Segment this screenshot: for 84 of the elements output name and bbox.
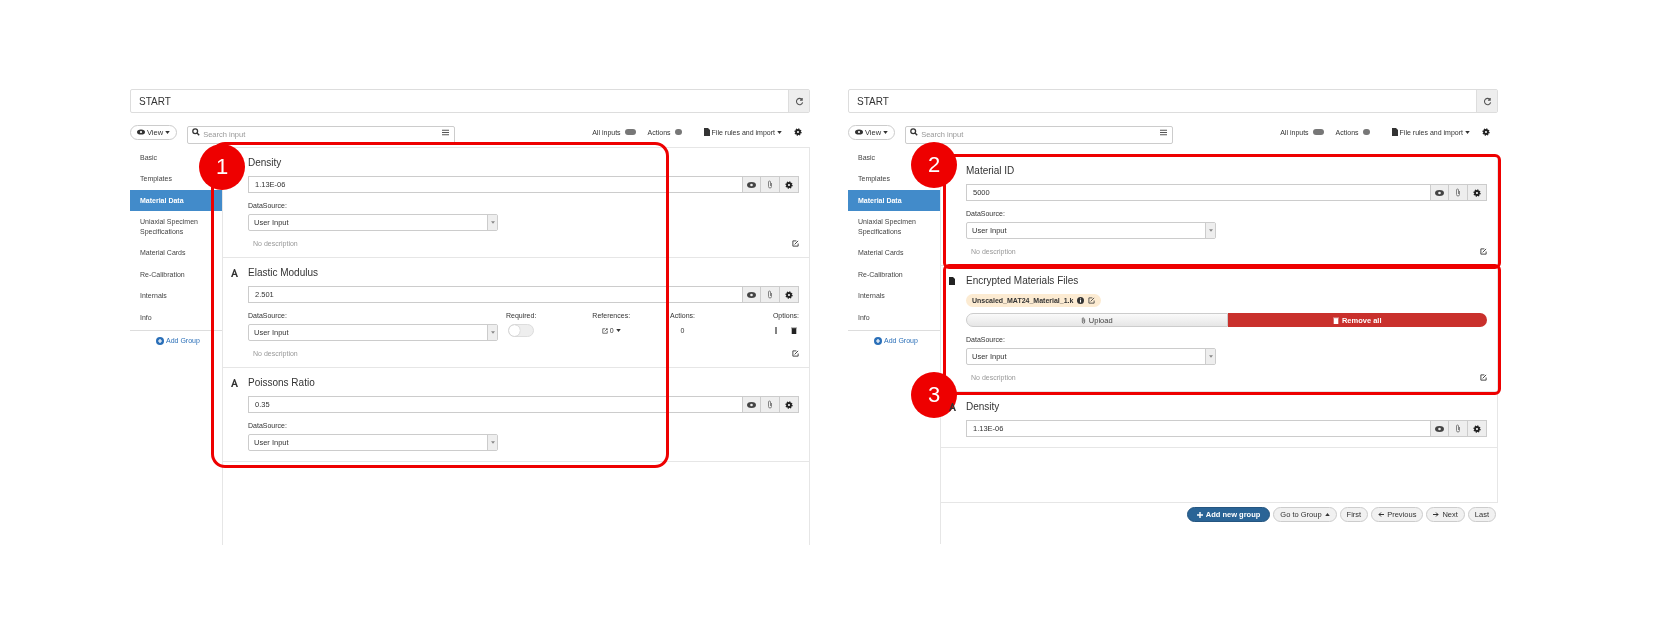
start-field[interactable]: START bbox=[130, 89, 810, 113]
edit-icon[interactable] bbox=[1480, 248, 1487, 255]
paperclip-icon bbox=[1455, 424, 1461, 433]
search-icon bbox=[192, 128, 201, 136]
text-type-icon bbox=[231, 378, 238, 387]
external-link-icon bbox=[601, 327, 608, 334]
caret-icon bbox=[1324, 513, 1330, 516]
settings-icon bbox=[785, 400, 793, 409]
field-title: Encrypted Materials Files bbox=[966, 275, 1079, 286]
plus-icon bbox=[156, 336, 164, 345]
callout-number: 2 bbox=[911, 142, 957, 188]
settings-icon[interactable] bbox=[1482, 128, 1490, 136]
caret-icon bbox=[490, 331, 495, 334]
file-icon bbox=[1391, 128, 1398, 136]
eye-icon bbox=[1435, 189, 1444, 196]
field-title: Material ID bbox=[966, 165, 1015, 176]
caret-icon bbox=[165, 130, 171, 134]
caret-icon bbox=[1208, 229, 1213, 232]
caret-icon bbox=[490, 441, 495, 444]
paperclip-icon bbox=[767, 400, 773, 409]
arrow-right-icon bbox=[1433, 512, 1440, 517]
plus-icon bbox=[1196, 511, 1203, 518]
text-type-icon bbox=[949, 402, 956, 411]
paperclip-icon bbox=[767, 290, 773, 299]
filter-icon[interactable] bbox=[442, 128, 450, 136]
paperclip-icon bbox=[767, 180, 773, 189]
trash-icon bbox=[1332, 316, 1339, 324]
trash-icon[interactable] bbox=[790, 327, 797, 334]
field-title: Density bbox=[966, 401, 1000, 412]
caret-icon bbox=[615, 329, 621, 332]
file-icon bbox=[703, 128, 710, 136]
count-badge bbox=[1362, 129, 1370, 135]
count-badge bbox=[624, 129, 636, 135]
eye-icon bbox=[747, 291, 756, 298]
count-badge bbox=[1312, 129, 1324, 135]
eye-icon bbox=[855, 129, 863, 135]
caret-icon bbox=[1465, 130, 1470, 134]
kebab-icon[interactable] bbox=[774, 327, 777, 334]
search-icon bbox=[910, 128, 919, 136]
edit-icon[interactable] bbox=[792, 350, 799, 357]
required-toggle[interactable] bbox=[508, 324, 535, 337]
settings-button[interactable] bbox=[1468, 420, 1487, 437]
plus-icon bbox=[874, 336, 882, 345]
settings-button[interactable] bbox=[780, 396, 799, 413]
eye-icon bbox=[137, 129, 145, 135]
eye-icon bbox=[747, 181, 756, 188]
preview-button[interactable] bbox=[1430, 184, 1449, 201]
preview-button[interactable] bbox=[742, 396, 761, 413]
info-icon[interactable] bbox=[1077, 297, 1085, 304]
field-title: Density bbox=[248, 157, 282, 168]
filter-icon[interactable] bbox=[1160, 128, 1168, 136]
refresh-icon[interactable] bbox=[1482, 96, 1492, 106]
edit-icon[interactable] bbox=[1480, 374, 1487, 381]
caret-icon bbox=[777, 130, 782, 134]
settings-button[interactable] bbox=[1468, 184, 1487, 201]
settings-icon bbox=[785, 180, 793, 189]
preview-button[interactable] bbox=[742, 176, 761, 193]
settings-icon bbox=[1473, 424, 1481, 433]
settings-button[interactable] bbox=[780, 176, 799, 193]
preview-button[interactable] bbox=[742, 286, 761, 303]
field-title: Poissons Ratio bbox=[248, 377, 315, 388]
settings-icon bbox=[785, 290, 793, 299]
field-title: Elastic Modulus bbox=[248, 267, 319, 278]
paperclip-icon bbox=[1455, 188, 1461, 197]
caret-icon bbox=[883, 130, 889, 134]
arrow-left-icon bbox=[1378, 512, 1385, 517]
preview-button[interactable] bbox=[1430, 420, 1449, 437]
settings-icon[interactable] bbox=[794, 128, 802, 136]
settings-icon bbox=[1473, 188, 1481, 197]
file-icon bbox=[949, 276, 955, 285]
caret-icon bbox=[490, 221, 495, 224]
text-type-icon bbox=[231, 268, 238, 277]
caret-icon bbox=[1208, 355, 1213, 358]
edit-icon[interactable] bbox=[792, 240, 799, 247]
eye-icon bbox=[747, 401, 756, 408]
callout-number: 3 bbox=[911, 372, 957, 418]
callout-number: 1 bbox=[199, 144, 245, 190]
eye-icon bbox=[1435, 425, 1444, 432]
start-field[interactable]: START bbox=[848, 89, 1498, 113]
settings-button[interactable] bbox=[780, 286, 799, 303]
paperclip-icon bbox=[1080, 316, 1086, 324]
edit-icon[interactable] bbox=[1088, 297, 1096, 304]
count-badge bbox=[674, 129, 682, 135]
refresh-icon[interactable] bbox=[794, 96, 804, 106]
